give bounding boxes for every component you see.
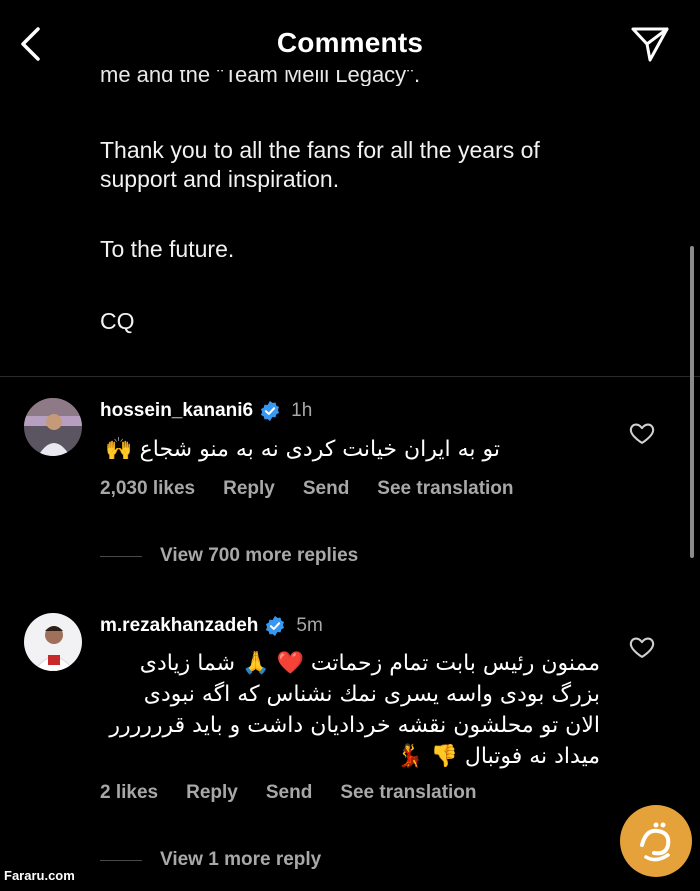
view-replies-label: View 1 more reply	[160, 849, 322, 870]
see-translation-button[interactable]: See translation	[377, 478, 513, 500]
view-replies-button[interactable]: View 1 more reply	[100, 849, 321, 871]
verified-badge-icon	[261, 400, 280, 422]
see-translation-button[interactable]: See translation	[340, 782, 476, 804]
like-button[interactable]	[628, 633, 656, 661]
comment-actions: 2 likes Reply Send See translation	[100, 782, 477, 804]
fararu-logo	[620, 805, 692, 877]
comment-text: تو به ایران خیانت کردی نه به منو شجاع 🙌	[100, 434, 500, 465]
comment-timestamp: 1h	[291, 400, 313, 421]
comment-line: بزرگ بودی واسه یسری نمك نشناس که اگه نبو…	[143, 682, 600, 707]
share-button[interactable]	[628, 22, 672, 66]
comment-line: تو به ایران خیانت کردی نه به منو شجاع 🙌	[105, 437, 500, 462]
heart-icon	[629, 423, 655, 444]
paper-plane-icon	[631, 27, 669, 62]
view-replies-button[interactable]: View 700 more replies	[100, 545, 358, 567]
caption-signature: CQ	[100, 308, 135, 334]
verified-badge-icon	[266, 615, 285, 637]
logo-mark-icon	[640, 822, 671, 862]
caption-cut-text: me and the "Team Melli Legacy".	[100, 70, 421, 86]
comment-text: ممنون رئیس بابت تمام زحماتت ❤️ 🙏 شما زیا…	[100, 648, 600, 772]
avatar[interactable]	[24, 613, 82, 671]
username[interactable]: m.rezakhanzadeh	[100, 615, 258, 637]
send-button[interactable]: Send	[303, 478, 349, 500]
comment-line: میداد نه فوتبال 👎 💃	[396, 744, 600, 769]
heart-icon	[629, 637, 655, 658]
replies-line	[100, 555, 142, 557]
avatar-photo-icon	[24, 613, 82, 671]
comment-header: hossein_kanani6 1h	[100, 400, 312, 422]
comment-timestamp: 5m	[296, 615, 323, 636]
avatar-photo-icon	[24, 398, 82, 456]
caption-line: Thank you to all the fans for all the ye…	[100, 137, 540, 163]
caption-line: support and inspiration.	[100, 166, 340, 192]
reply-button[interactable]: Reply	[186, 782, 238, 804]
replies-line	[100, 859, 142, 861]
page-title: Comments	[276, 27, 424, 58]
scrollbar[interactable]	[690, 246, 694, 558]
caption-paragraph: Thank you to all the fans for all the ye…	[100, 136, 540, 194]
send-button[interactable]: Send	[266, 782, 312, 804]
caption-paragraph: To the future.	[100, 236, 235, 262]
divider	[0, 376, 700, 377]
likes-count[interactable]: 2 likes	[100, 782, 158, 804]
comment-line: الان تو محلشون نقشه خردادیان داشت و باید…	[109, 713, 600, 738]
username[interactable]: hossein_kanani6	[100, 400, 253, 422]
watermark-text: Fararu.com	[4, 868, 75, 883]
caption-cut-line: me and the "Team Melli Legacy".	[100, 70, 480, 86]
comment-header: m.rezakhanzadeh 5m	[100, 615, 323, 637]
likes-count[interactable]: 2,030 likes	[100, 478, 195, 500]
like-button[interactable]	[628, 419, 656, 447]
avatar[interactable]	[24, 398, 82, 456]
comment-line: ممنون رئیس بابت تمام زحماتت ❤️ 🙏 شما زیا…	[139, 651, 600, 676]
reply-button[interactable]: Reply	[223, 478, 275, 500]
comment-actions: 2,030 likes Reply Send See translation	[100, 478, 514, 500]
view-replies-label: View 700 more replies	[160, 545, 359, 566]
